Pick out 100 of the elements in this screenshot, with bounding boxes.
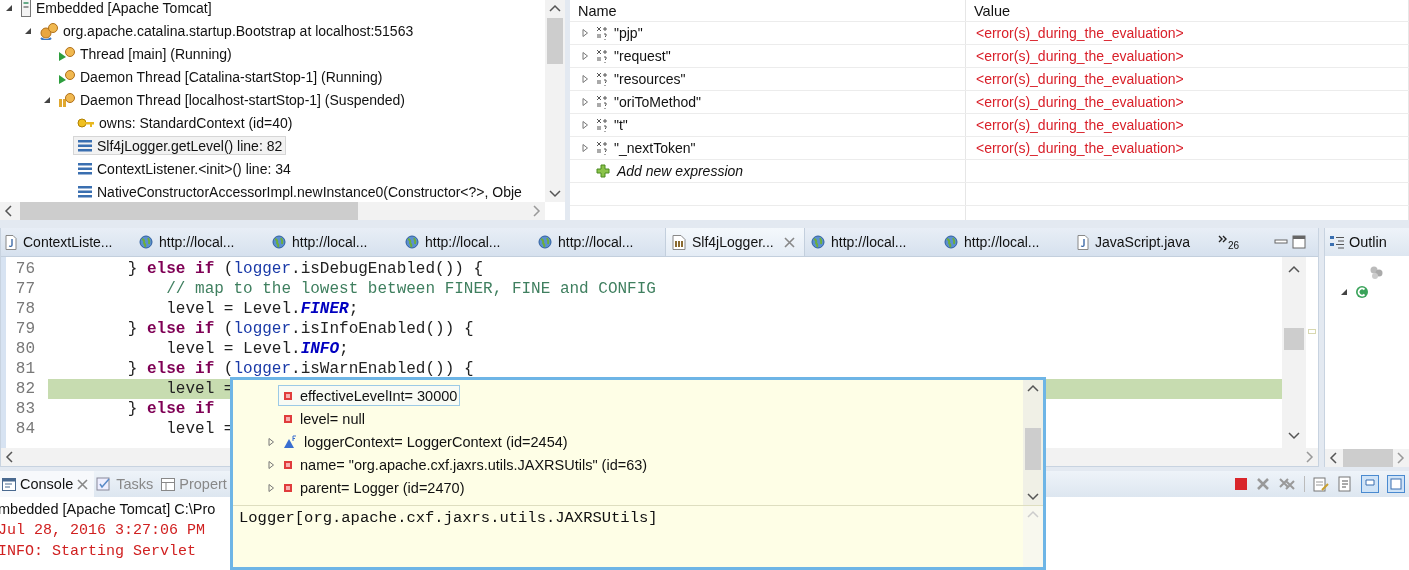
view-tab[interactable]: Console [0,471,95,497]
globe-icon [944,235,958,249]
editor-tab[interactable]: http://local... [266,228,399,256]
expand-arrow-icon[interactable] [266,459,276,470]
editor-tab[interactable]: http://local... [938,228,1071,256]
expression-name: "resources" [614,71,686,87]
running-thread-icon [58,68,76,85]
expand-arrow-icon[interactable] [580,51,590,61]
expression-name: "oriToMethod" [614,94,701,110]
editor-tab[interactable]: http://local... [133,228,266,256]
code-line: } else if (logger.isDebugEnabled()) { [126,259,484,279]
clear-console-icon[interactable] [1313,476,1329,492]
add-icon[interactable] [595,163,611,179]
close-icon[interactable] [783,236,795,248]
code-line: // map to the lowest between FINER, FINE and CONFIG [165,279,656,299]
scrollbar-thumb[interactable] [1284,328,1304,350]
field-icon [283,459,293,470]
stack-frame-icon [77,184,93,199]
minimize-icon[interactable] [1274,237,1288,247]
java-file-icon [1077,234,1089,250]
expression-name: "pjp" [614,25,643,41]
tree-item[interactable]: ContextListener.<init>() line: 34 [73,159,295,178]
expression-value: <error(s)_during_the_evaluation> [975,25,1184,41]
editor-tab[interactable]: http://local... [532,228,665,256]
stack-frame-icon [77,161,93,176]
pin-icon[interactable] [1361,475,1379,493]
remove-all-icon[interactable] [1278,477,1296,491]
tree-item[interactable]: Embedded [Apache Tomcat] [16,0,216,17]
scroll-lock-icon[interactable] [1337,476,1353,492]
expression-name: "t" [614,117,628,133]
line-number: 83 [14,400,35,418]
code-line: } else if (logger.isWarnEnabled()) { [126,359,474,379]
chevron-icon [1218,235,1228,243]
tree-item[interactable]: NativeConstructorAccessorImpl.newInstance0(Constructor<?>, Obje [73,182,526,201]
class-icon [1355,285,1369,299]
expand-arrow-icon[interactable] [580,28,590,38]
expression-value: <error(s)_during_the_evaluation> [975,117,1184,133]
variable-item[interactable]: level= null [278,408,368,429]
editor-tab[interactable]: Slf4jLogger... [665,228,805,256]
code-line: level = Level.FINER; [165,299,359,319]
expand-arrow-icon[interactable] [266,482,276,493]
expression-value: <error(s)_during_the_evaluation> [975,71,1184,87]
editor-tab[interactable]: JavaScript.java [1071,228,1204,256]
code-line: level = Level.INFO; [165,339,349,359]
column-header[interactable]: Name [570,0,966,21]
tree-item[interactable]: org.apache.catalina.startup.Bootstrap at localhost:51563 [35,21,418,40]
key-icon [77,116,95,129]
line-number: 77 [14,280,35,298]
display-console-icon[interactable] [1387,475,1405,493]
code-line: } else if [126,399,215,419]
tree-item[interactable]: Thread [main] (Running) [54,44,236,63]
collapse-arrow-icon[interactable] [1339,287,1349,297]
variable-item[interactable]: loggerContext= LoggerContext (id=2454) [278,431,571,452]
expand-arrow-icon[interactable] [266,436,276,447]
variable-item[interactable]: name= "org.apache.cxf.jaxrs.utils.JAXRSUtils" (id=63) [278,454,651,475]
line-number: 80 [14,340,35,358]
tree-item[interactable]: owns: StandardContext (id=40) [73,113,297,132]
tree-item[interactable]: Daemon Thread [localhost-startStop-1] (Suspended) [54,90,410,109]
running-thread-icon [58,45,76,62]
variable-item[interactable]: effectiveLevelInt= 30000 [278,385,461,406]
expand-arrow-icon[interactable] [580,143,590,153]
globe-icon [139,235,153,249]
line-number: 81 [14,360,35,378]
globe-icon [538,235,552,249]
variable-item[interactable]: parent= Logger (id=2470) [278,477,468,498]
expression-value: <error(s)_during_the_evaluation> [975,140,1184,156]
expand-arrow-icon[interactable] [580,120,590,130]
final-field-icon [283,434,297,449]
remove-icon[interactable] [1256,477,1270,491]
editor-tab[interactable]: ContextListe... [1,228,133,256]
scrollbar-thumb[interactable] [20,202,358,220]
value-detail-text: Logger[org.apache.cxf.jaxrs.utils.JAXRSUtils] [238,508,659,529]
close-icon[interactable] [77,478,89,490]
tree-item[interactable]: Slf4jLogger.getLevel() line: 82 [73,136,287,155]
terminate-icon[interactable] [1234,477,1248,491]
scrollbar-thumb[interactable] [1343,449,1393,467]
expand-arrow-icon[interactable] [580,97,590,107]
outline-icon [1329,234,1345,250]
tasks-icon [96,477,113,491]
tree-item[interactable]: Daemon Thread [Catalina-startStop-1] (Running) [54,67,387,86]
class-file-icon [672,234,686,250]
more-tabs-button[interactable]: 26 [1218,233,1240,251]
scrollbar-thumb[interactable] [547,18,563,64]
editor-tab[interactable]: http://local... [399,228,532,256]
expand-arrow-icon[interactable] [580,74,590,84]
editor-tab[interactable]: http://local... [805,228,938,256]
globe-icon [405,235,419,249]
expression-value: <error(s)_during_the_evaluation> [975,94,1184,110]
line-number: 78 [14,300,35,318]
maximize-icon[interactable] [1292,235,1306,249]
suspended-thread-icon [58,91,76,108]
field-icon [283,390,293,401]
console-line: INFO: Starting Servlet [0,542,197,562]
field-icon [283,482,293,493]
scrollbar-thumb[interactable] [1025,428,1041,470]
globe-icon [272,235,286,249]
add-expression-link[interactable]: Add new expression [617,163,744,179]
imports-icon [1369,265,1385,279]
column-header[interactable]: Value [966,0,1409,21]
code-line: } else if (logger.isInfoEnabled()) { [126,319,474,339]
